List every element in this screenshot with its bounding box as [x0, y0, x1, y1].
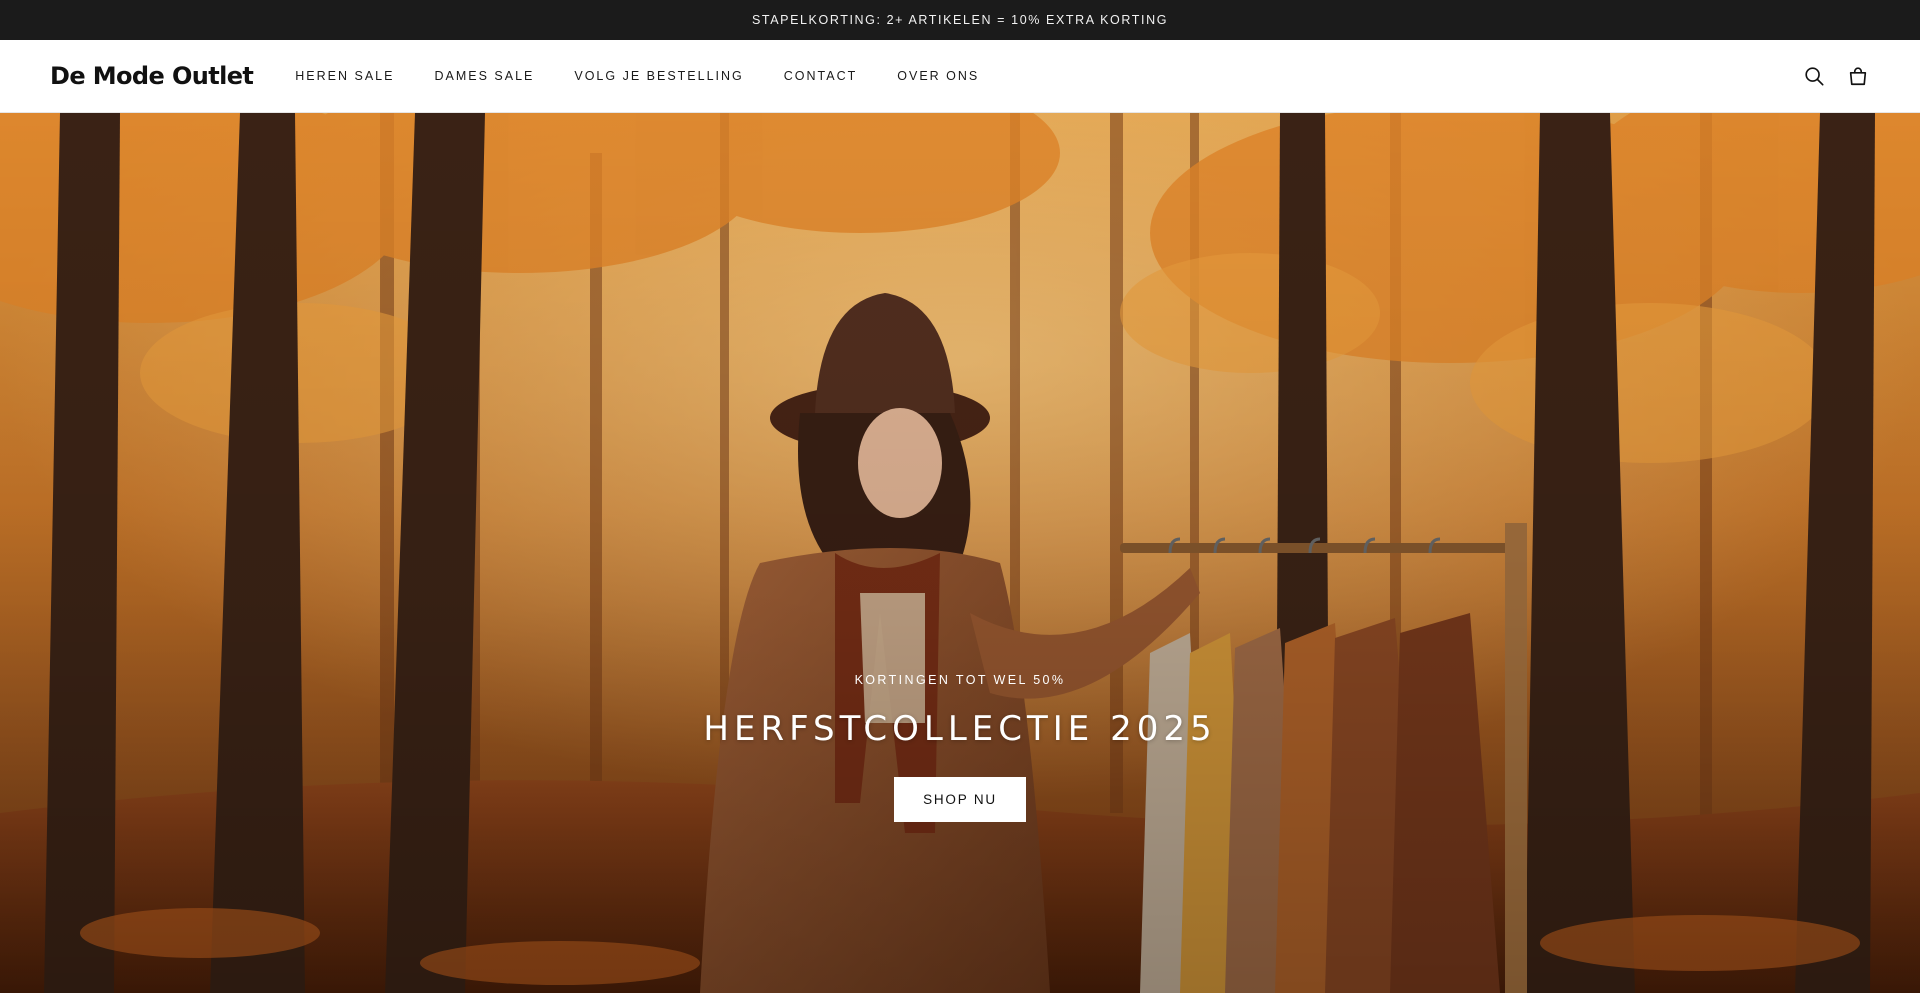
- site-header: De Mode Outlet HEREN SALE DAMES SALE VOL…: [0, 40, 1920, 113]
- shopping-bag-icon[interactable]: [1846, 64, 1870, 88]
- hero-title: HERFSTCOLLECTIE 2025: [703, 709, 1217, 749]
- hero-banner: KORTINGEN TOT WEL 50% HERFSTCOLLECTIE 20…: [0, 113, 1920, 993]
- hero-kicker: KORTINGEN TOT WEL 50%: [854, 673, 1066, 687]
- announcement-bar: STAPELKORTING: 2+ ARTIKELEN = 10% EXTRA …: [0, 0, 1920, 40]
- announcement-text: STAPELKORTING: 2+ ARTIKELEN = 10% EXTRA …: [751, 13, 1169, 27]
- nav-contact[interactable]: CONTACT: [784, 69, 858, 83]
- shop-now-button[interactable]: SHOP NU: [894, 777, 1026, 822]
- site-logo[interactable]: De Mode Outlet: [50, 62, 254, 90]
- nav-over-ons[interactable]: OVER ONS: [897, 69, 979, 83]
- search-icon[interactable]: [1802, 64, 1826, 88]
- nav-heren-sale[interactable]: HEREN SALE: [295, 69, 394, 83]
- nav-volg-je-bestelling[interactable]: VOLG JE BESTELLING: [574, 69, 743, 83]
- header-actions: [1802, 64, 1870, 88]
- hero-overlay: [0, 113, 1920, 993]
- nav-dames-sale[interactable]: DAMES SALE: [434, 69, 534, 83]
- hero-content: KORTINGEN TOT WEL 50% HERFSTCOLLECTIE 20…: [0, 673, 1920, 822]
- main-nav: HEREN SALE DAMES SALE VOLG JE BESTELLING…: [295, 69, 979, 83]
